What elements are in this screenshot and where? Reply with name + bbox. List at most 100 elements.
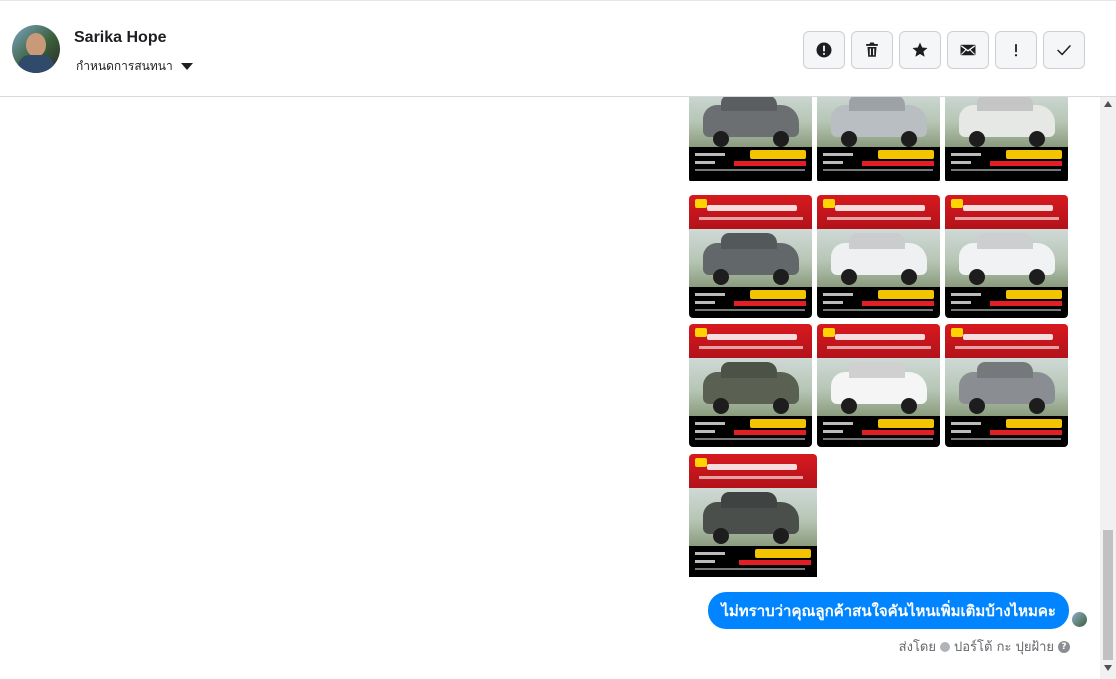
car-photo xyxy=(945,358,1068,416)
banner-headline xyxy=(963,334,1053,340)
contact-name[interactable]: Sarika Hope xyxy=(74,29,166,47)
scroll-up-arrow-icon[interactable] xyxy=(1104,101,1112,107)
sent-by-line: ส่งโดย ปอร์โต้ กะ ปุยฝ้าย ? xyxy=(899,636,1070,657)
scroll-down-arrow-icon[interactable] xyxy=(1104,665,1112,671)
car-image-attachment[interactable] xyxy=(945,324,1068,447)
delete-button[interactable] xyxy=(851,31,893,69)
conversation-actions-toolbar xyxy=(803,31,1085,69)
car-photo xyxy=(689,358,812,416)
info-line xyxy=(695,161,715,164)
promo-banner xyxy=(689,324,812,358)
dealer-logo xyxy=(695,458,707,467)
price-info-bar xyxy=(817,287,940,318)
car-image-attachment[interactable] xyxy=(817,195,940,318)
car-photo xyxy=(817,358,940,416)
price-info-bar xyxy=(945,147,1068,181)
promo-banner xyxy=(817,324,940,358)
promo-banner xyxy=(817,195,940,229)
info-line xyxy=(823,293,853,296)
car-photo xyxy=(689,97,812,147)
price-tag xyxy=(750,419,806,428)
wheel xyxy=(773,269,789,285)
car-photo xyxy=(689,229,812,287)
wheel xyxy=(841,269,857,285)
car-image-attachment[interactable] xyxy=(689,195,812,318)
dealer-logo xyxy=(695,199,707,208)
info-line xyxy=(951,422,981,425)
banner-headline xyxy=(707,334,797,340)
mark-done-button[interactable] xyxy=(1043,31,1085,69)
contact-avatar[interactable] xyxy=(12,25,60,73)
info-line xyxy=(823,301,843,304)
car-image-attachment[interactable] xyxy=(945,97,1068,183)
footer-line xyxy=(951,438,1061,440)
conversation-header: Sarika Hope กำหนดการสนทนา xyxy=(0,0,1116,97)
star-icon xyxy=(912,42,928,57)
dealer-logo xyxy=(823,328,835,337)
car-image-attachment[interactable] xyxy=(689,324,812,447)
check-icon xyxy=(1057,45,1071,56)
wheel xyxy=(841,131,857,147)
help-icon[interactable]: ? xyxy=(1058,640,1070,653)
price-tag xyxy=(750,150,806,159)
promo-banner xyxy=(945,195,1068,229)
price-info-bar xyxy=(945,416,1068,447)
info-line xyxy=(695,301,715,304)
outgoing-message-bubble[interactable]: ไม่ทราบว่าคุณลูกค้าสนใจคันไหนเพิ่มเติมบ้… xyxy=(708,592,1069,629)
car-image-attachment[interactable] xyxy=(945,195,1068,318)
deal-strip xyxy=(739,560,811,565)
wheel xyxy=(773,398,789,414)
car-image-attachment[interactable] xyxy=(689,97,812,183)
info-line xyxy=(695,430,715,433)
banner-subline xyxy=(699,346,803,349)
info-line xyxy=(951,301,971,304)
assign-conversation-dropdown[interactable]: กำหนดการสนทนา xyxy=(76,57,193,76)
promo-banner xyxy=(945,324,1068,358)
car-image-attachment[interactable] xyxy=(817,324,940,447)
deal-strip xyxy=(734,301,806,306)
price-tag xyxy=(1006,150,1062,159)
wheel xyxy=(901,269,917,285)
price-tag xyxy=(755,549,811,558)
wheel xyxy=(1029,398,1045,414)
info-line xyxy=(951,153,981,156)
banner-headline xyxy=(707,205,797,211)
deal-strip xyxy=(862,161,934,166)
message-thread[interactable]: ไม่ทราบว่าคุณลูกค้าสนใจคันไหนเพิ่มเติมบ้… xyxy=(0,97,1100,679)
exclamation-icon xyxy=(1014,44,1018,57)
info-line xyxy=(951,161,971,164)
price-info-bar xyxy=(817,147,940,181)
mark-unread-button[interactable] xyxy=(947,31,989,69)
price-tag xyxy=(1006,419,1062,428)
seen-avatar xyxy=(1072,612,1087,627)
wheel xyxy=(901,398,917,414)
wheel xyxy=(901,131,917,147)
report-spam-button[interactable] xyxy=(803,31,845,69)
banner-subline xyxy=(955,217,1059,220)
banner-subline xyxy=(699,476,803,479)
info-line xyxy=(695,293,725,296)
price-tag xyxy=(878,419,934,428)
banner-subline xyxy=(827,217,931,220)
deal-strip xyxy=(862,430,934,435)
deal-strip xyxy=(862,301,934,306)
banner-subline xyxy=(699,217,803,220)
promo-banner xyxy=(689,195,812,229)
price-info-bar xyxy=(689,287,812,318)
deal-strip xyxy=(734,430,806,435)
thread-scrollbar[interactable] xyxy=(1100,97,1116,679)
info-line xyxy=(823,153,853,156)
price-tag xyxy=(878,150,934,159)
important-button[interactable] xyxy=(995,31,1037,69)
car-image-attachment[interactable] xyxy=(817,97,940,183)
footer-line xyxy=(823,309,933,311)
car-photo xyxy=(817,97,940,147)
star-button[interactable] xyxy=(899,31,941,69)
sender-name[interactable]: ปอร์โต้ กะ ปุยฝ้าย xyxy=(954,636,1054,657)
scrollbar-thumb[interactable] xyxy=(1103,530,1113,660)
car-image-attachment[interactable] xyxy=(689,454,817,582)
deal-strip xyxy=(734,161,806,166)
banner-subline xyxy=(827,346,931,349)
wheel xyxy=(713,398,729,414)
price-tag xyxy=(878,290,934,299)
